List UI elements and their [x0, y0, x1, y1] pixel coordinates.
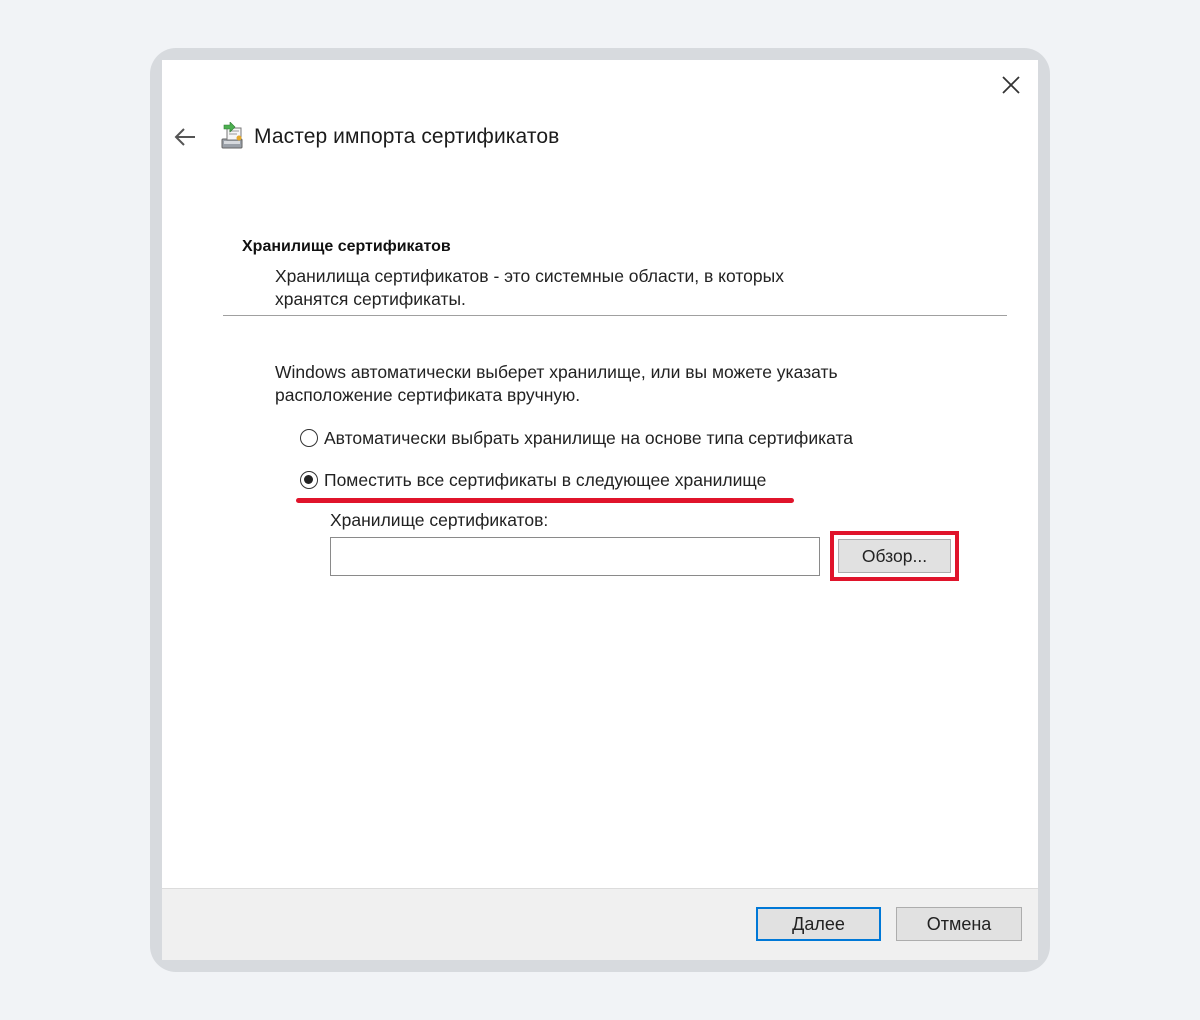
highlight-underline [296, 498, 794, 503]
back-arrow-icon [174, 128, 195, 146]
section-title: Хранилище сертификатов [242, 238, 451, 255]
back-button[interactable] [172, 124, 198, 150]
cancel-button[interactable]: Отмена [896, 907, 1022, 941]
radio-button-selected[interactable] [300, 471, 318, 489]
intro-text: Windows автоматически выберет хранилище,… [275, 362, 838, 405]
radio-place-in-store[interactable]: Поместить все сертификаты в следующее хр… [300, 468, 766, 492]
store-input[interactable] [330, 537, 820, 576]
radio-label: Поместить все сертификаты в следующее хр… [324, 469, 767, 490]
wizard-title: Мастер импорта сертификатов [254, 125, 560, 148]
header-divider [223, 315, 1007, 316]
radio-auto-select-store[interactable]: Автоматически выбрать хранилище на основ… [300, 426, 853, 450]
next-button[interactable]: Далее [756, 907, 881, 941]
section-description: Хранилища сертификатов - это системные о… [275, 266, 784, 309]
close-icon [1002, 76, 1020, 94]
close-button[interactable] [996, 70, 1026, 100]
certificate-import-dialog: Мастер импорта сертификатов Хранилище се… [162, 60, 1038, 960]
certificate-wizard-icon [221, 122, 243, 149]
store-field-label: Хранилище сертификатов: [330, 510, 549, 530]
radio-label: Автоматически выбрать хранилище на основ… [324, 427, 854, 448]
wizard-header: Мастер импорта сертификатов [172, 120, 559, 154]
browse-button[interactable]: Обзор... [838, 539, 951, 573]
dialog-footer: Далее Отмена [162, 888, 1038, 960]
radio-button[interactable] [300, 429, 318, 447]
